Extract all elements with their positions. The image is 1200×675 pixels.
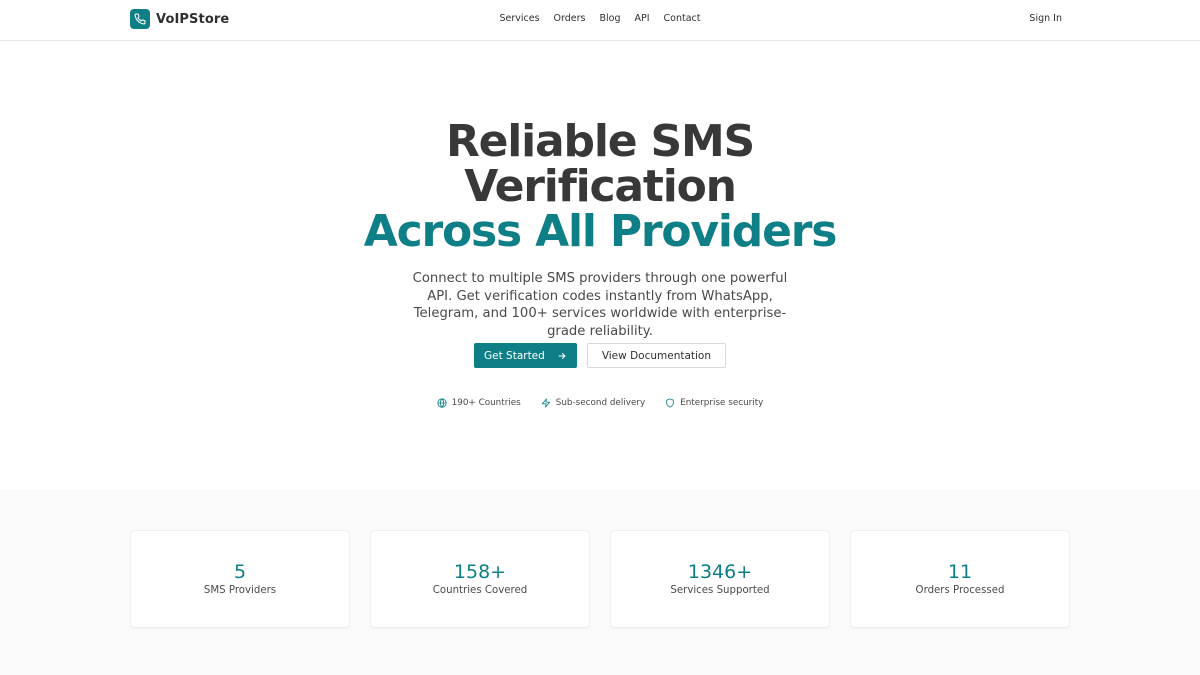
feature-security: Enterprise security: [665, 398, 763, 408]
hero-title-line1: Reliable SMS: [445, 116, 755, 167]
stat-card-services: 1346+ Services Supported: [610, 530, 830, 628]
nav-item-contact[interactable]: Contact: [664, 13, 701, 24]
site-header: VoIPStore Services Orders Blog API Conta…: [0, 0, 1200, 41]
stat-card-countries: 158+ Countries Covered: [370, 530, 590, 628]
nav-item-orders[interactable]: Orders: [554, 13, 586, 24]
stat-label: Services Supported: [670, 585, 770, 596]
sign-in-link[interactable]: Sign In: [1029, 13, 1062, 24]
globe-icon: [437, 398, 447, 408]
stat-value: 1346+: [687, 561, 753, 583]
feature-countries: 190+ Countries: [437, 398, 521, 408]
hero-features: 190+ Countries Sub-second delivery Enter…: [0, 398, 1200, 408]
hero-title-accent: Across All Providers: [363, 206, 838, 257]
stat-card-providers: 5 SMS Providers: [130, 530, 350, 628]
hero-section: Reliable SMS Verification Across All Pro…: [0, 41, 1200, 490]
stat-value: 5: [233, 561, 247, 583]
stat-label: SMS Providers: [203, 585, 277, 596]
get-started-label: Get Started: [483, 349, 545, 362]
get-started-button[interactable]: Get Started: [473, 343, 577, 368]
feature-countries-label: 190+ Countries: [451, 398, 521, 408]
lightning-icon: [541, 398, 550, 408]
stat-label: Countries Covered: [432, 585, 528, 596]
shield-icon: [666, 398, 674, 408]
nav-item-api[interactable]: API: [635, 13, 650, 24]
stats-grid: 5 SMS Providers 158+ Countries Covered 1…: [130, 530, 1070, 628]
hero-subtitle: Connect to multiple SMS providers throug…: [412, 271, 788, 339]
stat-card-orders: 11 Orders Processed: [850, 530, 1070, 628]
feature-delivery-label: Sub-second delivery: [555, 398, 646, 408]
stat-label: Orders Processed: [915, 585, 1005, 596]
nav-item-services[interactable]: Services: [499, 13, 539, 24]
stats-section: 5 SMS Providers 158+ Countries Covered 1…: [0, 490, 1200, 675]
stat-value: 158+: [453, 561, 507, 583]
hero-title-line2: Verification: [464, 161, 737, 212]
view-documentation-button[interactable]: View Documentation: [586, 343, 727, 368]
feature-security-label: Enterprise security: [680, 398, 764, 408]
feature-delivery: Sub-second delivery: [541, 398, 645, 408]
arrow-right-icon: [558, 352, 566, 359]
hero-actions: Get Started View Documentation: [0, 343, 1200, 368]
hero-title: Reliable SMS Verification Across All Pro…: [0, 119, 1200, 254]
nav-item-blog[interactable]: Blog: [600, 13, 621, 24]
stat-value: 11: [947, 561, 973, 583]
main-nav: Services Orders Blog API Contact: [0, 13, 1200, 24]
